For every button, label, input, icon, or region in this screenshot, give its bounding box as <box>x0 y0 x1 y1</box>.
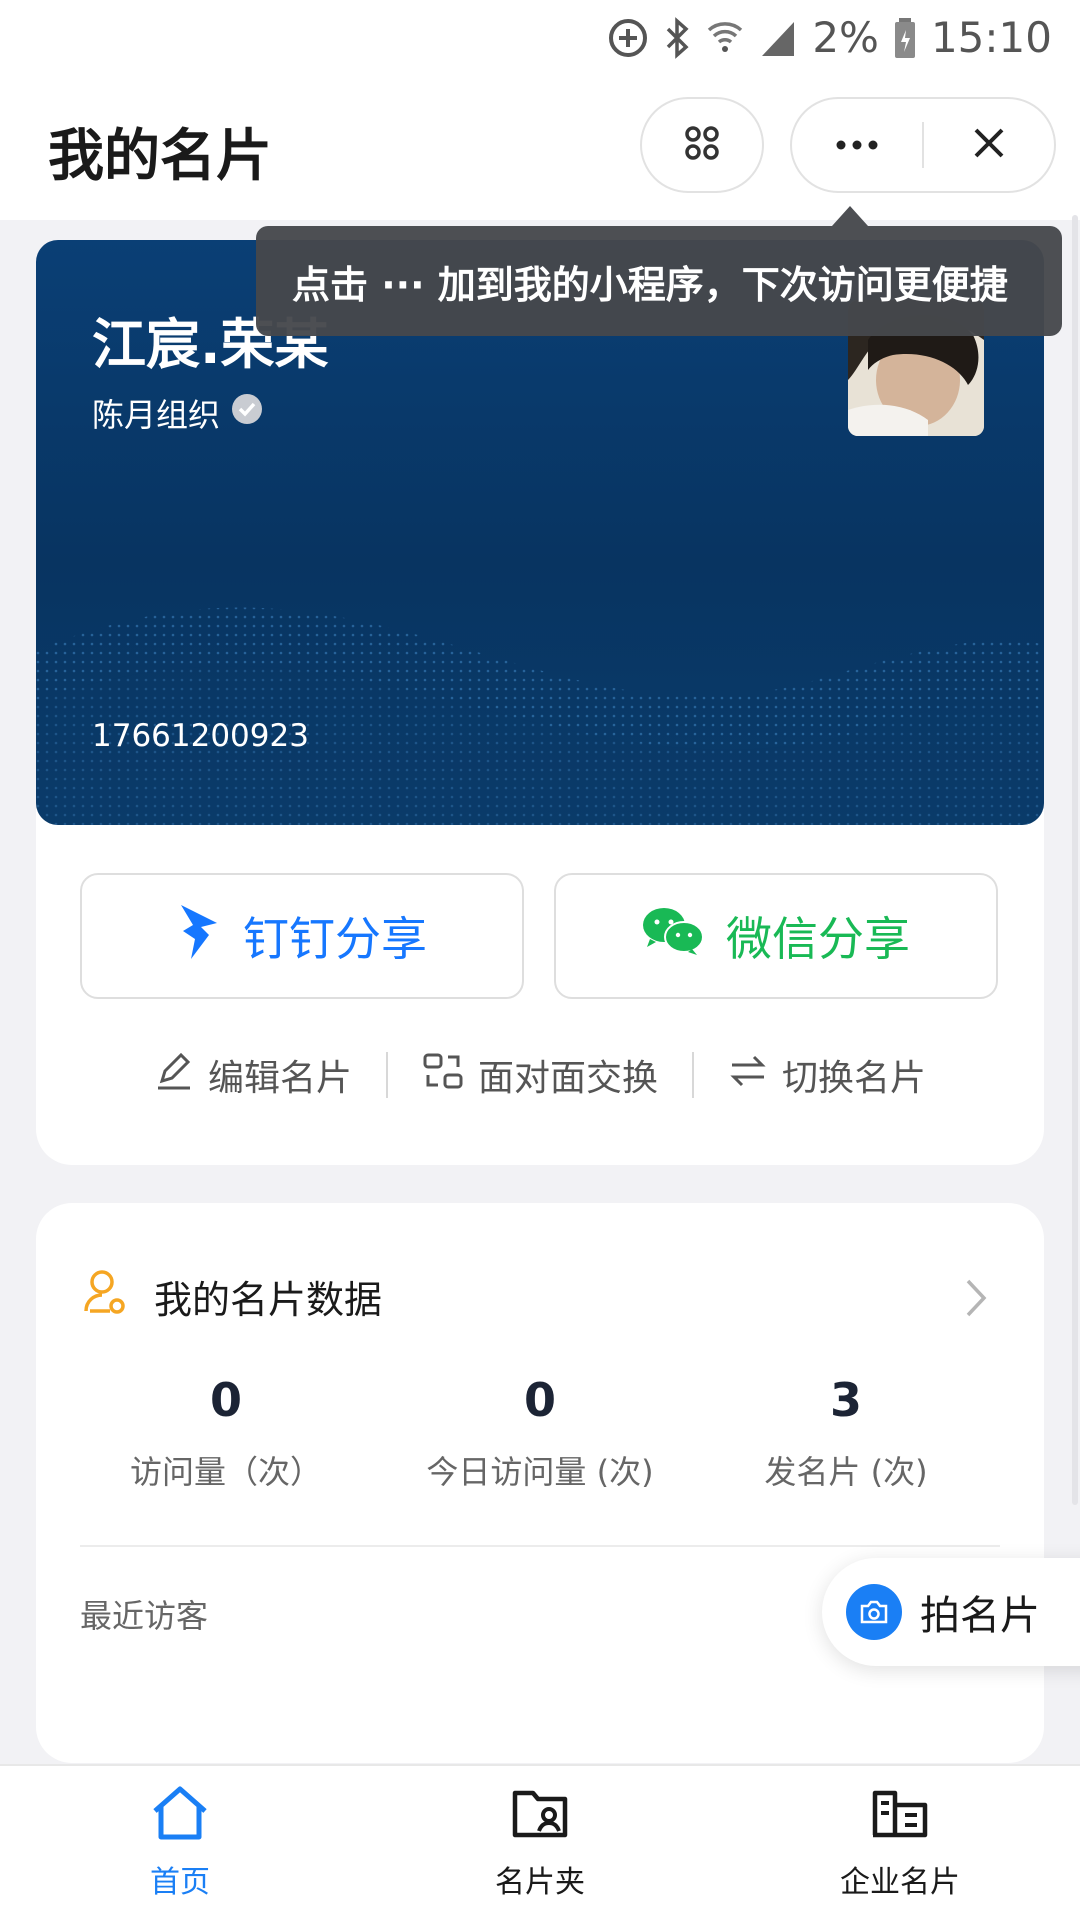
page: 2% 15:10 我的名片 点击 ··· 加到我的小程序，下次访问更便捷 江宸.… <box>0 0 1080 1920</box>
card-stats-panel: 我的名片数据 0 访问量（次） 0 今日访问量 (次) 3 发名片 (次) 最近… <box>36 1203 1044 1763</box>
edit-card-label: 编辑名片 <box>207 1058 352 1099</box>
close-icon <box>972 126 1006 164</box>
stats-header[interactable]: 我的名片数据 <box>80 1261 382 1331</box>
camera-icon <box>846 1584 902 1640</box>
scrollbar[interactable] <box>1072 215 1078 1505</box>
stat-today-visits: 0 今日访问量 (次) <box>390 1373 690 1493</box>
face-exchange-button[interactable]: 面对面交换 <box>388 1049 692 1101</box>
nav-card-folder[interactable]: 名片夹 <box>360 1766 720 1920</box>
nav-home[interactable]: 首页 <box>0 1766 360 1920</box>
tooltip-arrow <box>832 206 868 226</box>
dingtalk-share-label: 钉钉分享 <box>243 912 427 966</box>
apps-button[interactable] <box>640 97 764 193</box>
exchange-icon <box>422 1051 464 1100</box>
recent-visitors-label: 最近访客 <box>80 1597 209 1635</box>
card-folder-icon <box>509 1785 571 1849</box>
card-panel: 江宸.荣某 陈月组织 17661200923 钉钉分享 微信分享 编辑名片 面对… <box>36 240 1044 1165</box>
wechat-icon <box>642 905 704 968</box>
dingtalk-share-button[interactable]: 钉钉分享 <box>80 873 524 999</box>
status-time: 15:10 <box>930 13 1052 62</box>
bottom-nav: 首页 名片夹 企业名片 <box>0 1764 1080 1920</box>
more-button[interactable] <box>792 99 922 191</box>
nav-enterprise-card[interactable]: 企业名片 <box>720 1766 1080 1920</box>
enterprise-card-icon <box>869 1785 931 1849</box>
switch-icon <box>728 1051 768 1100</box>
stat-value: 3 <box>829 1373 862 1427</box>
bluetooth-icon <box>664 16 692 60</box>
nav-home-label: 首页 <box>150 1865 210 1900</box>
stat-label: 发名片 (次) <box>764 1453 928 1491</box>
close-button[interactable] <box>924 99 1054 191</box>
stat-value: 0 <box>523 1373 556 1427</box>
switch-card-label: 切换名片 <box>782 1058 927 1099</box>
add-to-miniprogram-tooltip: 点击 ··· 加到我的小程序，下次访问更便捷 <box>256 226 1062 336</box>
nav-card-folder-label: 名片夹 <box>495 1865 585 1900</box>
scan-card-label: 拍名片 <box>920 1593 1040 1639</box>
chevron-right-icon[interactable] <box>964 1277 988 1323</box>
face-exchange-label: 面对面交换 <box>477 1058 658 1099</box>
switch-card-button[interactable]: 切换名片 <box>694 1049 960 1101</box>
card-organization: 陈月组织 <box>92 390 264 436</box>
stat-cards-sent: 3 发名片 (次) <box>696 1373 996 1493</box>
verified-badge-icon <box>230 392 264 434</box>
user-data-icon <box>80 1267 130 1326</box>
scan-card-button[interactable]: 拍名片 <box>822 1558 1080 1666</box>
stats-title: 我的名片数据 <box>154 1277 383 1322</box>
wifi-icon <box>706 16 744 60</box>
capsule-menu <box>790 97 1056 193</box>
wechat-share-label: 微信分享 <box>726 912 910 966</box>
stat-label: 今日访问量 (次) <box>426 1453 654 1491</box>
edit-card-button[interactable]: 编辑名片 <box>120 1049 386 1101</box>
organization-name: 陈月组织 <box>92 396 221 434</box>
wechat-share-button[interactable]: 微信分享 <box>554 873 998 999</box>
header: 我的名片 <box>0 75 1080 220</box>
card-wave-decoration <box>36 607 1044 825</box>
more-icon <box>835 136 879 155</box>
home-icon <box>149 1785 211 1849</box>
stat-visits: 0 访问量（次） <box>76 1373 376 1493</box>
signal-icon <box>758 16 798 60</box>
stat-label: 访问量（次） <box>129 1453 322 1491</box>
apps-icon <box>682 123 722 167</box>
battery-percent: 2% <box>812 13 879 62</box>
page-title: 我的名片 <box>48 124 272 189</box>
nav-enterprise-card-label: 企业名片 <box>840 1865 960 1900</box>
card-actions: 编辑名片 面对面交换 切换名片 <box>36 1040 1044 1110</box>
dingtalk-icon <box>177 901 221 972</box>
card-phone: 17661200923 <box>92 718 309 754</box>
edit-icon <box>154 1051 194 1100</box>
status-bar: 2% 15:10 <box>0 0 1080 75</box>
stat-value: 0 <box>209 1373 242 1427</box>
data-saver-icon <box>606 16 650 60</box>
stats-divider <box>80 1545 1000 1547</box>
battery-icon <box>893 16 917 60</box>
